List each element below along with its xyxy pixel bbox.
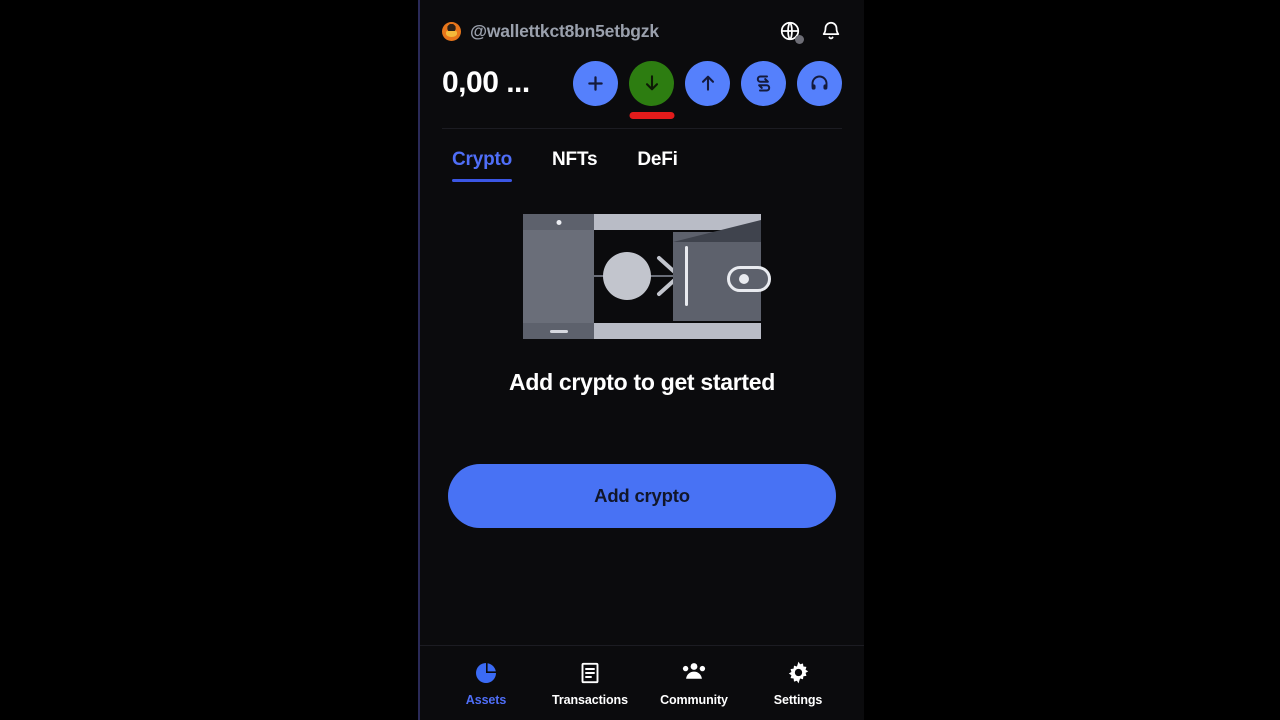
nav-item-transactions-label: Transactions <box>552 692 628 707</box>
tab-crypto[interactable]: Crypto <box>452 149 512 189</box>
nav-item-settings-label: Settings <box>773 692 823 707</box>
account-row: @wallettkct8bn5etbgzk <box>442 14 842 48</box>
swap-button[interactable] <box>741 60 786 106</box>
quick-actions <box>573 60 842 119</box>
phone-coin-to-wallet-illustration <box>523 214 771 339</box>
wallet-clasp-dot <box>739 274 749 284</box>
wallet-clasp <box>727 266 771 292</box>
tab-nfts[interactable]: NFTs <box>552 149 597 189</box>
screen-root: @wallettkct8bn5etbgzk 0,00 ... Crypto NF… <box>0 0 1280 720</box>
illustration-bottom-bar <box>594 323 761 339</box>
phone-camera-dot <box>556 220 561 225</box>
add-crypto-button-label: Add crypto <box>594 485 690 506</box>
receive-highlight-bar <box>629 111 674 119</box>
globe-status-dot <box>795 35 804 44</box>
nav-item-settings[interactable]: Settings <box>752 660 844 707</box>
nav-item-transactions[interactable]: Transactions <box>544 660 636 707</box>
asset-tabs: Crypto NFTs DeFi <box>420 129 864 189</box>
wallet-app-panel: @wallettkct8bn5etbgzk 0,00 ... Crypto NF… <box>418 0 864 720</box>
fox-avatar-icon[interactable] <box>442 21 461 41</box>
buy-button[interactable] <box>573 60 618 106</box>
phone-home-bar <box>549 330 568 333</box>
total-balance[interactable]: 0,00 ... <box>442 66 530 100</box>
app-header: @wallettkct8bn5etbgzk 0,00 ... <box>420 0 864 129</box>
bottom-navigation: Assets Transactions Community Settings <box>420 646 864 720</box>
support-button[interactable] <box>797 60 842 106</box>
nav-item-community[interactable]: Community <box>648 660 740 707</box>
account-name[interactable]: @wallettkct8bn5etbgzk <box>470 21 659 42</box>
tab-defi-label: DeFi <box>637 149 678 170</box>
send-button[interactable] <box>685 60 730 106</box>
add-crypto-button[interactable]: Add crypto <box>448 464 836 528</box>
tab-crypto-label: Crypto <box>452 149 513 170</box>
receive-button[interactable] <box>629 60 674 119</box>
pie-chart-icon <box>473 660 499 686</box>
globe-icon[interactable] <box>779 20 804 44</box>
people-group-icon <box>681 660 707 686</box>
empty-state-title: Add crypto to get started <box>509 369 775 395</box>
balance-row: 0,00 ... <box>442 50 842 119</box>
header-icon-group <box>779 20 842 44</box>
tab-defi[interactable]: DeFi <box>637 149 678 189</box>
nav-item-assets-label: Assets <box>465 692 507 707</box>
tab-nfts-label: NFTs <box>552 149 598 170</box>
coin-graphic <box>603 252 651 300</box>
bell-icon[interactable] <box>820 20 842 42</box>
crypto-empty-state: Add crypto to get started Add crypto <box>420 189 864 645</box>
gear-icon <box>785 660 811 686</box>
wallet-graphic <box>673 220 771 321</box>
nav-item-community-label: Community <box>660 692 728 707</box>
nav-item-assets[interactable]: Assets <box>440 660 532 707</box>
document-lines-icon <box>577 660 603 686</box>
wallet-strip <box>685 246 688 306</box>
